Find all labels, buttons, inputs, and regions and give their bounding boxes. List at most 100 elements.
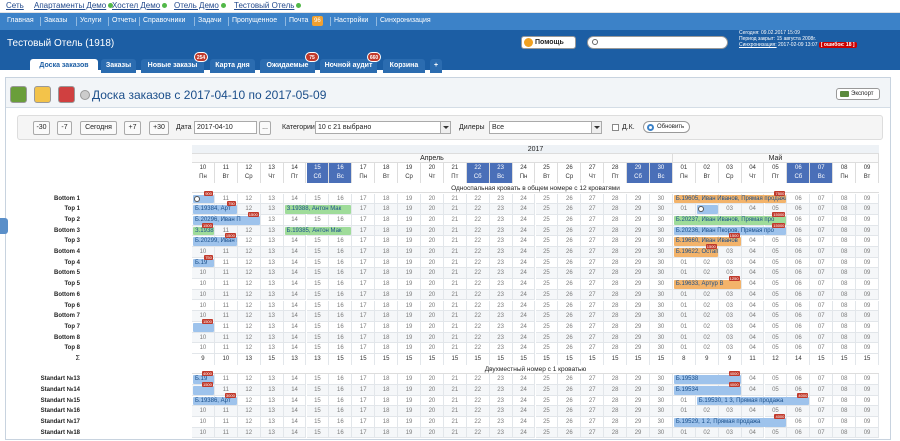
booking-bar[interactable]: Б.19622, Остап Г1500 bbox=[673, 244, 718, 257]
day-cell[interactable]: 25 bbox=[535, 279, 559, 290]
day-cell[interactable]: 05 bbox=[764, 343, 788, 354]
day-cell[interactable]: 27 bbox=[581, 204, 605, 215]
day-cell[interactable]: 16 bbox=[329, 332, 353, 344]
day-cell[interactable]: 28 bbox=[604, 279, 628, 290]
day-cell[interactable]: 22 bbox=[466, 427, 490, 439]
day-cell[interactable]: 21 bbox=[443, 257, 467, 269]
day-cell[interactable]: 06 bbox=[787, 268, 811, 280]
day-cell[interactable]: 20 bbox=[421, 427, 444, 439]
day-cell[interactable]: 20 bbox=[421, 289, 444, 301]
day-cell[interactable]: 28 bbox=[604, 332, 628, 344]
day-cell[interactable]: 15 bbox=[306, 395, 330, 407]
menu-item[interactable]: Синхронизация bbox=[380, 17, 431, 24]
day-cell[interactable]: 01 bbox=[672, 343, 696, 354]
day-cell[interactable]: 07 bbox=[810, 204, 834, 215]
day-cell[interactable]: 09 bbox=[856, 236, 879, 247]
day-cell[interactable]: 14 bbox=[283, 343, 307, 354]
day-cell[interactable]: 23 bbox=[489, 214, 513, 226]
day-cell[interactable]: 26 bbox=[558, 427, 582, 439]
day-cell[interactable]: 05 bbox=[764, 332, 788, 344]
day-cell[interactable]: 19 bbox=[398, 279, 421, 290]
day-cell[interactable]: 24 bbox=[512, 406, 536, 417]
day-cell[interactable]: 07 bbox=[810, 279, 834, 290]
day-cell[interactable]: 01 bbox=[672, 300, 696, 312]
day-cell[interactable]: 25 bbox=[535, 374, 559, 385]
day-cell[interactable]: 25 bbox=[535, 225, 559, 237]
room-label[interactable]: Top 3 bbox=[0, 236, 190, 247]
day-cell[interactable]: 04 bbox=[741, 289, 765, 301]
day-cell[interactable]: 04 bbox=[741, 257, 765, 269]
day-cell[interactable]: 23 bbox=[489, 395, 513, 407]
day-cell[interactable]: 13 bbox=[260, 193, 284, 205]
day-cell[interactable]: 12 bbox=[237, 236, 261, 247]
day-cell[interactable]: 19 bbox=[398, 225, 421, 237]
day-cell[interactable]: 12 bbox=[237, 395, 261, 407]
day-cell[interactable]: 03 bbox=[718, 247, 742, 258]
room-label[interactable]: Bottom 7 bbox=[0, 311, 190, 322]
day-cell[interactable]: 29 bbox=[627, 395, 650, 407]
day-cell[interactable]: 24 bbox=[512, 289, 536, 301]
day-cell[interactable]: 18 bbox=[375, 417, 399, 428]
day-cell[interactable]: 11 bbox=[214, 279, 238, 290]
day-cell[interactable]: 12 bbox=[237, 193, 261, 205]
network-link[interactable]: Хостел Демо bbox=[112, 1, 168, 10]
day-cell[interactable]: 06 bbox=[787, 321, 811, 333]
day-cell[interactable]: 06 bbox=[787, 427, 811, 439]
day-cell[interactable]: 07 bbox=[810, 427, 834, 439]
day-cell[interactable]: 16 bbox=[329, 427, 353, 439]
day-cell[interactable]: 16 bbox=[329, 214, 353, 226]
back-7-button[interactable]: -7 bbox=[57, 121, 72, 135]
booking-bar[interactable]: 1500 bbox=[193, 318, 214, 332]
day-cell[interactable]: 16 bbox=[329, 417, 353, 428]
day-cell[interactable]: 09 bbox=[856, 279, 879, 290]
day-cell[interactable]: 30 bbox=[650, 236, 673, 247]
day-cell[interactable]: 14 bbox=[283, 193, 307, 205]
day-cell[interactable]: 14 bbox=[283, 332, 307, 344]
day-cell[interactable]: 04 bbox=[741, 406, 765, 417]
day-cell[interactable]: 28 bbox=[604, 268, 628, 280]
day-cell[interactable]: 11 bbox=[214, 247, 238, 258]
day-cell[interactable]: 21 bbox=[443, 332, 467, 344]
day-cell[interactable]: 18 bbox=[375, 204, 399, 215]
day-cell[interactable]: 08 bbox=[833, 332, 857, 344]
day-cell[interactable]: 08 bbox=[833, 427, 857, 439]
refresh-button[interactable]: Обновить bbox=[643, 121, 690, 133]
day-cell[interactable]: 01 bbox=[672, 321, 696, 333]
day-cell[interactable]: 10 bbox=[192, 289, 215, 301]
day-cell[interactable]: 23 bbox=[489, 311, 513, 322]
day-cell[interactable]: 15 bbox=[306, 257, 330, 269]
day-cell[interactable]: 18 bbox=[375, 343, 399, 354]
day-cell[interactable]: 25 bbox=[535, 321, 559, 333]
day-cell[interactable]: 17 bbox=[352, 214, 376, 226]
day-cell[interactable]: 24 bbox=[512, 417, 536, 428]
day-cell[interactable]: 18 bbox=[375, 193, 399, 205]
day-cell[interactable]: 26 bbox=[558, 225, 582, 237]
day-cell[interactable]: 08 bbox=[833, 257, 857, 269]
day-cell[interactable]: 29 bbox=[627, 279, 650, 290]
day-cell[interactable]: 17 bbox=[352, 300, 376, 312]
day-cell[interactable]: 15 bbox=[306, 343, 330, 354]
day-cell[interactable]: 11 bbox=[214, 300, 238, 312]
day-cell[interactable]: 30 bbox=[650, 311, 673, 322]
booking-bar[interactable]: Б.19384, Арт 750 bbox=[193, 201, 237, 214]
day-cell[interactable]: 30 bbox=[650, 268, 673, 280]
booking-bar[interactable]: З.193831500 bbox=[193, 222, 214, 236]
day-cell[interactable]: 11 bbox=[214, 406, 238, 417]
menu-item[interactable]: Справочники bbox=[143, 17, 185, 24]
day-cell[interactable]: 03 bbox=[718, 406, 742, 417]
dealer-select[interactable]: Все bbox=[489, 121, 602, 134]
day-cell[interactable]: 19 bbox=[398, 417, 421, 428]
day-cell[interactable]: 11 bbox=[214, 268, 238, 280]
day-cell[interactable]: 10 bbox=[192, 406, 215, 417]
day-cell[interactable]: 09 bbox=[856, 427, 879, 439]
day-cell[interactable]: 01 bbox=[672, 395, 696, 407]
day-cell[interactable]: 24 bbox=[512, 384, 536, 396]
day-cell[interactable]: 15 bbox=[306, 311, 330, 322]
day-cell[interactable]: 24 bbox=[512, 214, 536, 226]
network-link[interactable]: Отель Демо bbox=[174, 1, 226, 10]
day-cell[interactable]: 24 bbox=[512, 427, 536, 439]
day-cell[interactable]: 21 bbox=[443, 343, 467, 354]
network-link[interactable]: Тестовый Отель bbox=[234, 1, 302, 10]
day-cell[interactable]: 07 bbox=[810, 193, 834, 205]
day-cell[interactable]: 24 bbox=[512, 247, 536, 258]
